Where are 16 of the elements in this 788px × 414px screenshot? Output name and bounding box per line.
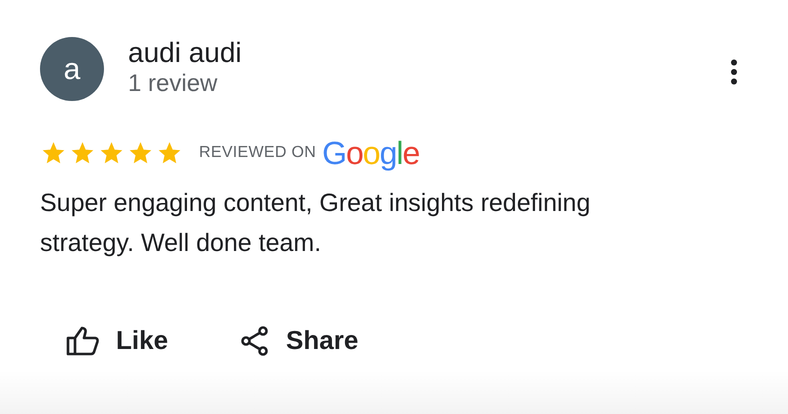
more-options-icon[interactable]: [730, 59, 738, 85]
star-icon: [127, 140, 154, 166]
like-button[interactable]: Like: [66, 321, 168, 360]
share-button[interactable]: Share: [240, 321, 358, 360]
star-icon: [69, 140, 96, 166]
thumbs-up-icon: [66, 326, 100, 356]
star-icon: [156, 140, 183, 166]
review-text: Super engaging content, Great insights redefining strategy. Well done team.: [40, 188, 592, 259]
google-logo: Google: [322, 137, 420, 169]
review-count: 1 review: [128, 69, 218, 99]
share-icon: [240, 326, 270, 356]
reviewer-name: audi audi: [128, 37, 242, 69]
star-icon: [98, 140, 125, 166]
reviewed-on-label: REVIEWED ON: [199, 143, 316, 163]
avatar: a: [40, 37, 104, 101]
star-icon: [40, 140, 67, 166]
